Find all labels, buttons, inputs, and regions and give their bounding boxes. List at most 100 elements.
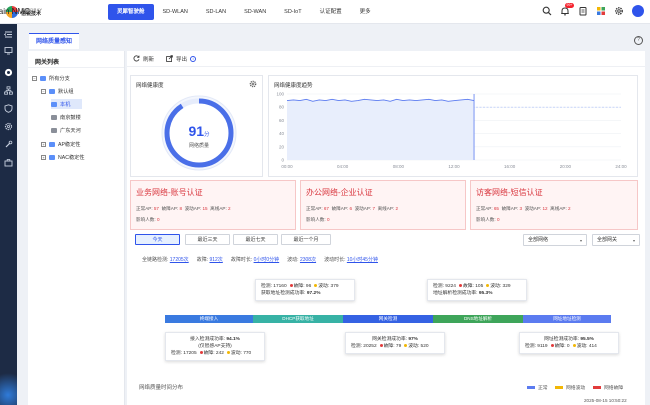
legend-wave[interactable]: 网络波动 bbox=[555, 384, 585, 391]
biz-card-affected: 影响人数: 0 bbox=[306, 217, 330, 222]
gateway-select[interactable]: 全部网关 ▾ bbox=[592, 234, 640, 246]
biz-card-affected: 影响人数: 0 bbox=[476, 217, 500, 222]
gateway-icon bbox=[51, 101, 57, 107]
tree-item-local[interactable]: 本机 bbox=[51, 99, 83, 109]
legend-fault[interactable]: 网络故障 bbox=[593, 384, 623, 391]
settings-gear-icon[interactable] bbox=[614, 6, 624, 16]
distribution-title: 网络质量时间分布 bbox=[139, 385, 184, 391]
user-avatar[interactable] bbox=[632, 5, 644, 17]
health-caption: 网络质量 bbox=[188, 143, 209, 149]
flow-step-gateway[interactable]: 网关检测 bbox=[343, 315, 433, 323]
x-tick-label: 12:00 bbox=[448, 164, 460, 169]
main-nav: 灵犀智驶舱 SD-WLAN SD-LAN SD-WAN SD-IoT 认证配置 … bbox=[108, 4, 380, 20]
expand-toggle-icon[interactable]: + bbox=[41, 141, 46, 147]
tree-item-nanjing-gulou[interactable]: 南京鼓楼 bbox=[51, 112, 81, 122]
rail-decoration bbox=[0, 365, 17, 405]
topology-icon[interactable] bbox=[4, 86, 13, 95]
info-icon[interactable]: i bbox=[190, 55, 197, 62]
nav-more[interactable]: 更多 bbox=[351, 4, 380, 20]
nav-auth-config[interactable]: 认证配置 bbox=[311, 4, 351, 20]
network-select[interactable]: 全部网络 ▾ bbox=[523, 234, 587, 246]
range-today-button[interactable]: 今天 bbox=[135, 234, 180, 245]
gateway-icon bbox=[51, 127, 57, 133]
tree-item-guangdong-tianhe[interactable]: 广东天河 bbox=[51, 125, 81, 135]
flow-step-access[interactable]: 终端接入 bbox=[165, 315, 253, 323]
y-tick-label: 60 bbox=[279, 118, 285, 123]
y-tick-label: 20 bbox=[279, 144, 285, 149]
folder-icon bbox=[49, 141, 55, 147]
range-3days-button[interactable]: 最近三天 bbox=[185, 234, 230, 245]
x-tick-label: 04:00 bbox=[337, 164, 349, 169]
nav-cockpit[interactable]: 灵犀智驶舱 bbox=[108, 4, 154, 20]
biz-card-ap-stats: 正常AP: 65 故障AP: 3 波动AP: 12 离线AP: 2 bbox=[476, 206, 571, 211]
detection-stats: 全链路检测: 17205次 故障: 912次 故障时长: 0小时0分钟 波动: … bbox=[142, 256, 378, 263]
collapse-toggle-icon[interactable]: − bbox=[32, 75, 37, 81]
top-bar: SUNDRAY 信锐技术 iBrain NMC 灵犀智驶舱 SD-WLAN SD… bbox=[0, 0, 650, 24]
collapse-menu-icon[interactable] bbox=[4, 30, 13, 39]
stat-fault-duration: 故障时长: 0小时0分钟 bbox=[230, 257, 280, 263]
stat-fault: 故障: 912次 bbox=[196, 257, 223, 263]
nav-sd-iot[interactable]: SD-IoT bbox=[275, 4, 310, 20]
bell-icon[interactable]: 99+ bbox=[560, 3, 574, 16]
health-score-unit: 分 bbox=[204, 132, 210, 138]
range-month-button[interactable]: 最近一个月 bbox=[281, 234, 331, 245]
biz-card-account-auth[interactable]: 业务网络-账号认证 正常AP: 57 故障AP: 8 波动AP: 15 离线AP… bbox=[130, 180, 296, 230]
access-detail-box: 接入检测成功率: 94.1% (仅智感AP支持) 检测: 17205 故障: 24… bbox=[165, 332, 265, 361]
nav-sd-wlan[interactable]: SD-WLAN bbox=[154, 4, 197, 20]
export-button[interactable]: 导出 i bbox=[166, 55, 197, 63]
health-card: 网络健康度 91分 网络质量 bbox=[130, 75, 263, 177]
dns-detail-box: 检测: 9224 故障: 105 波动: 329 地址解析检测成功率: 95.3% bbox=[427, 279, 527, 301]
chevron-down-icon: ▾ bbox=[632, 238, 635, 243]
gateway-tree-panel: 网关列表 − 所有分支 − 默认组 本机 南京鼓楼 广东天河 + AP稳定性 +… bbox=[28, 51, 125, 405]
tree-item-nac-stability[interactable]: + NAC稳定性 bbox=[41, 152, 85, 162]
y-tick-label: 100 bbox=[276, 92, 284, 97]
monitor-icon[interactable] bbox=[4, 46, 13, 55]
cockpit-icon[interactable] bbox=[4, 68, 13, 77]
nav-sd-wan[interactable]: SD-WAN bbox=[235, 4, 275, 20]
gateway-detail-box: 网关检测成功率: 97% 检测: 20252 故障: 79 波动: 520 bbox=[345, 332, 445, 354]
biz-card-ap-stats: 正常AP: 67 故障AP: 6 波动AP: 7 离线AP: 2 bbox=[306, 206, 398, 211]
tools-icon[interactable] bbox=[4, 140, 13, 149]
folder-icon bbox=[40, 75, 46, 81]
dhcp-detail-box: 检测: 17160 故障: 96 波动: 379 获取地址检测成功率: 97.2% bbox=[255, 279, 355, 301]
flow-step-dhcp[interactable]: DHCP获取地址 bbox=[253, 315, 343, 323]
stat-total: 全链路检测: 17205次 bbox=[142, 257, 189, 263]
product-name: iBrain NMC bbox=[0, 7, 30, 16]
tree-item-ap-stability[interactable]: + AP稳定性 bbox=[41, 139, 80, 149]
nav-sd-lan[interactable]: SD-LAN bbox=[197, 4, 235, 20]
legend-normal[interactable]: 正常 bbox=[527, 384, 548, 391]
chevron-down-icon: ▾ bbox=[579, 238, 582, 243]
tree-item-all-branches[interactable]: − 所有分支 bbox=[32, 73, 70, 83]
clipboard-icon[interactable] bbox=[578, 6, 588, 16]
search-icon[interactable] bbox=[542, 6, 552, 16]
legend-swatch bbox=[555, 386, 563, 389]
flow-step-dns[interactable]: DNS地址解析 bbox=[433, 315, 523, 323]
tree-item-default-group[interactable]: − 默认组 bbox=[41, 86, 74, 96]
series-area bbox=[287, 99, 475, 160]
biz-card-affected: 影响人数: 0 bbox=[136, 217, 160, 222]
trend-chart: 100 80 60 40 20 000:00 04:00 08:00 12:00 16:00 20:… bbox=[276, 92, 627, 170]
flow-step-url[interactable]: 网址地址检测 bbox=[523, 315, 611, 323]
apps-grid-icon[interactable] bbox=[596, 6, 606, 16]
help-icon[interactable]: ? bbox=[634, 36, 643, 45]
collapse-toggle-icon[interactable]: − bbox=[41, 88, 46, 94]
gateway-icon bbox=[51, 114, 57, 120]
range-7days-button[interactable]: 最近七天 bbox=[233, 234, 278, 245]
biz-card-enterprise-auth[interactable]: 办公网络-企业认证 正常AP: 67 故障AP: 6 波动AP: 7 离线AP:… bbox=[300, 180, 466, 230]
gear-icon[interactable] bbox=[249, 80, 257, 88]
url-detail-box: 网址检测成功率: 95.5% 检测: 9119 故障: 0 波动: 414 bbox=[519, 332, 619, 354]
biz-card-title: 访客网络-短信认证 bbox=[476, 188, 543, 197]
y-tick-label: 80 bbox=[279, 105, 285, 110]
briefcase-icon[interactable] bbox=[4, 158, 13, 167]
refresh-button[interactable]: 刷新 bbox=[133, 55, 154, 63]
expand-toggle-icon[interactable]: + bbox=[41, 154, 46, 160]
left-rail bbox=[0, 24, 17, 405]
shield-icon[interactable] bbox=[4, 104, 13, 113]
trend-card: 网络健康度趋势 100 80 60 40 20 0 00:00 04:00 08:00 12:00… bbox=[268, 75, 638, 177]
refresh-icon bbox=[133, 55, 140, 62]
biz-card-sms-auth[interactable]: 访客网络-短信认证 正常AP: 65 故障AP: 3 波动AP: 12 离线AP… bbox=[470, 180, 638, 230]
gear-icon[interactable] bbox=[4, 122, 13, 131]
tab-network-quality[interactable]: 网络质量感知 bbox=[29, 33, 80, 49]
footer-timestamp: 2025-08-15 10:50:22 bbox=[584, 398, 627, 403]
y-tick-label: 40 bbox=[279, 131, 285, 136]
